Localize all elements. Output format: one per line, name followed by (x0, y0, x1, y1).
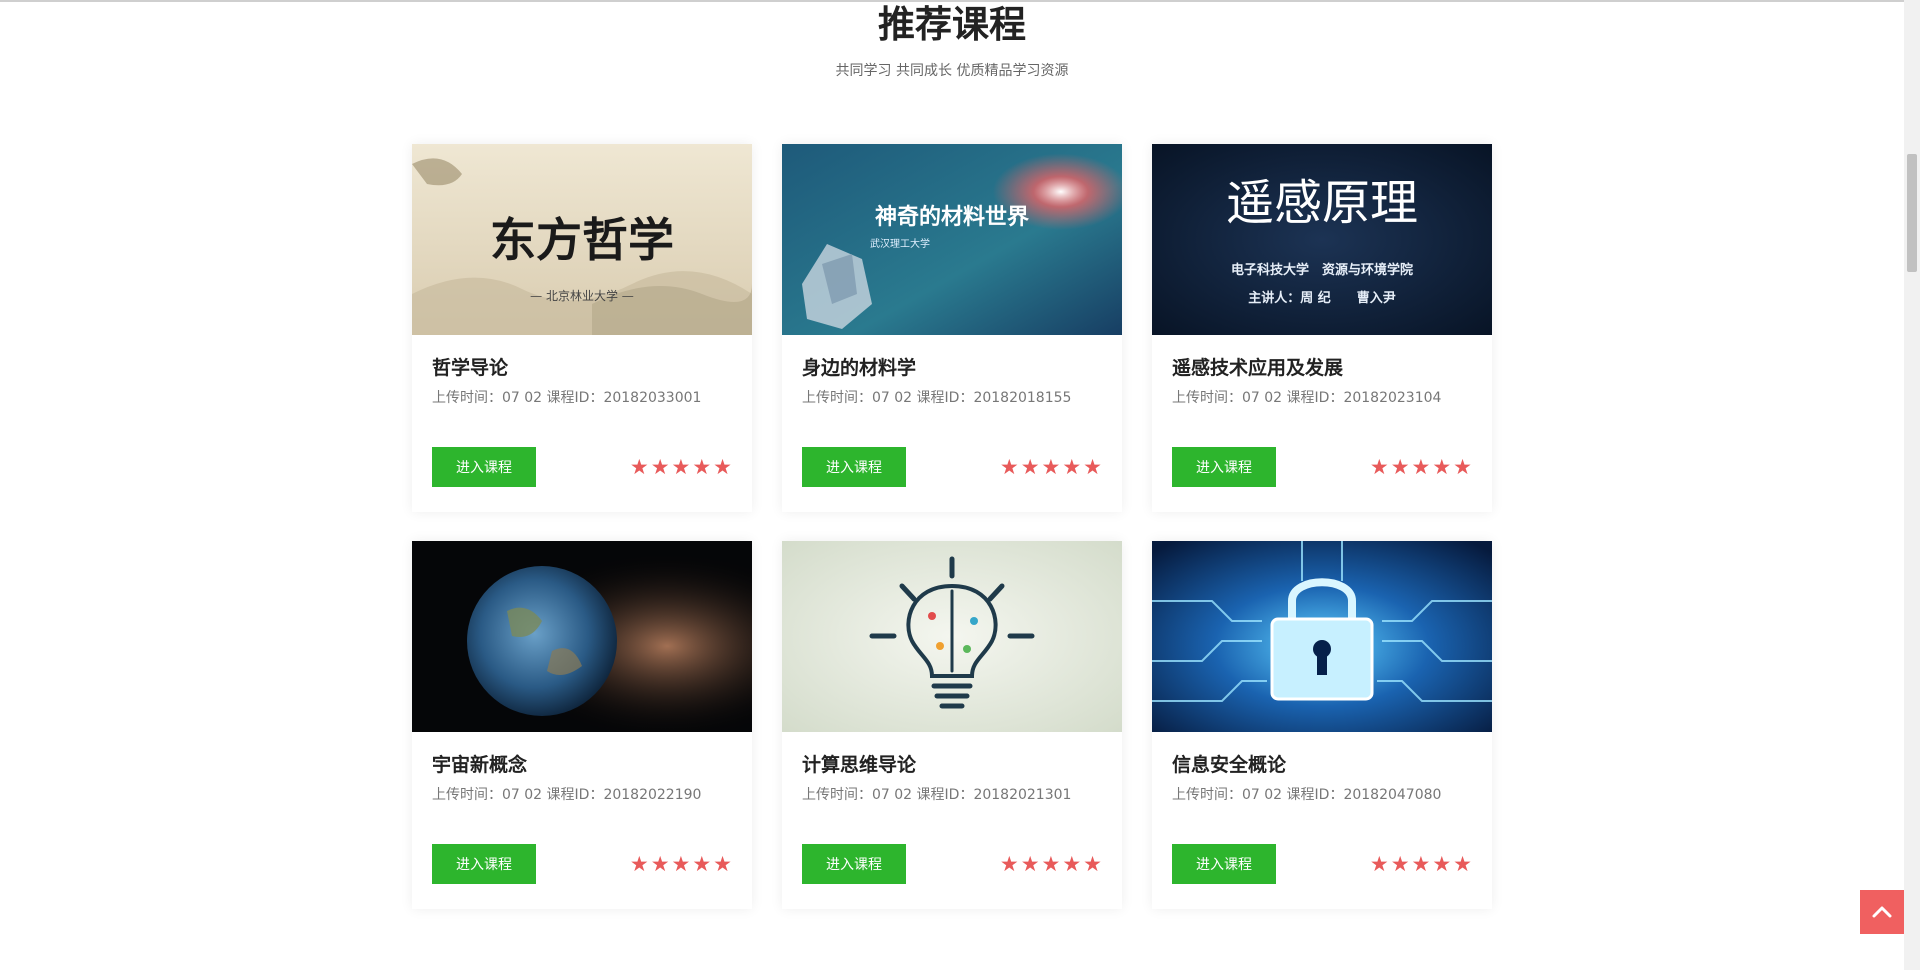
star-icon: ★ (1062, 851, 1082, 876)
enter-course-button[interactable]: 进入课程 (1172, 844, 1276, 884)
star-icon: ★ (713, 851, 732, 876)
back-to-top-button[interactable] (1860, 890, 1904, 934)
course-card: 遥感原理 电子科技大学 资源与环境学院 主讲人：周 纪 曹入尹 遥感技术应用及发… (1152, 144, 1492, 512)
image-title-text: 遥感原理 (1226, 175, 1418, 231)
earth-icon (467, 566, 617, 716)
section-title: 推荐课程 (878, 3, 1026, 46)
star-icon: ★ (1432, 851, 1452, 876)
image-title-text: 神奇的材料世界 (875, 204, 1029, 230)
course-card: 宇宙新概念 上传时间：07 02 课程ID：20182022190 进入课程 ★… (412, 541, 752, 909)
image-subtitle-text: 武汉理工大学 (870, 237, 930, 250)
course-meta: 上传时间：07 02 课程ID：20182033001 (432, 390, 702, 406)
course-card: 计算思维导论 上传时间：07 02 课程ID：20182021301 进入课程 … (782, 541, 1122, 909)
image-subtitle-text: 电子科技大学 资源与环境学院 (1231, 262, 1413, 278)
course-title[interactable]: 身边的材料学 (802, 355, 1102, 381)
star-icon: ★ (1411, 454, 1431, 479)
course-title[interactable]: 信息安全概论 (1172, 752, 1472, 778)
star-icon: ★ (999, 851, 1019, 876)
section-subtitle: 共同学习 共同成长 优质精品学习资源 (835, 63, 1069, 79)
course-card: 信息安全概论 上传时间：07 02 课程ID：20182047080 进入课程 … (1152, 541, 1492, 909)
star-icon: ★ (1041, 454, 1061, 479)
course-card: 神奇的材料世界 武汉理工大学 身边的材料学 上传时间：07 02 课程ID：20… (782, 144, 1122, 512)
rating-stars: ★ ★ ★ ★ ★ (629, 851, 732, 876)
course-title[interactable]: 计算思维导论 (802, 752, 1102, 778)
course-card: 东方哲学 — 北京林业大学 — 哲学导论 上传时间：07 02 课程ID：201… (412, 144, 752, 512)
image-subtitle-text: — 北京林业大学 — (530, 288, 634, 303)
enter-course-button[interactable]: 进入课程 (432, 447, 536, 487)
rating-stars: ★ ★ ★ ★ ★ (629, 454, 732, 479)
course-image[interactable] (782, 541, 1122, 732)
image-lecturer-text: 主讲人：周 纪 曹入尹 (1248, 290, 1396, 306)
star-icon: ★ (1432, 454, 1452, 479)
course-meta: 上传时间：07 02 课程ID：20182021301 (802, 787, 1072, 803)
image-title-text: 东方哲学 (490, 213, 674, 267)
enter-course-button[interactable]: 进入课程 (802, 447, 906, 487)
enter-course-button[interactable]: 进入课程 (432, 844, 536, 884)
scrollbar[interactable] (1904, 0, 1920, 970)
star-icon: ★ (692, 454, 712, 479)
course-meta: 上传时间：07 02 课程ID：20182022190 (432, 787, 702, 803)
enter-course-button[interactable]: 进入课程 (802, 844, 906, 884)
star-icon: ★ (650, 454, 670, 479)
star-icon: ★ (1083, 454, 1102, 479)
course-grid: 东方哲学 — 北京林业大学 — 哲学导论 上传时间：07 02 课程ID：201… (412, 144, 1494, 909)
course-image[interactable]: 遥感原理 电子科技大学 资源与环境学院 主讲人：周 纪 曹入尹 (1152, 144, 1492, 335)
star-icon: ★ (1453, 454, 1472, 479)
course-meta: 上传时间：07 02 课程ID：20182018155 (802, 390, 1072, 406)
page: 推荐课程 共同学习 共同成长 优质精品学习资源 东方哲学 — 北京林业大学 — (0, 0, 1904, 970)
course-meta: 上传时间：07 02 课程ID：20182023104 (1172, 390, 1442, 406)
star-icon: ★ (1020, 851, 1040, 876)
rating-stars: ★ ★ ★ ★ ★ (1369, 851, 1472, 876)
star-icon: ★ (999, 454, 1019, 479)
star-icon: ★ (1411, 851, 1431, 876)
course-image[interactable]: 神奇的材料世界 武汉理工大学 (782, 144, 1122, 335)
course-image[interactable] (1152, 541, 1492, 732)
star-icon: ★ (1020, 454, 1040, 479)
course-title[interactable]: 哲学导论 (432, 355, 732, 381)
star-icon: ★ (1041, 851, 1061, 876)
rating-stars: ★ ★ ★ ★ ★ (999, 851, 1102, 876)
star-icon: ★ (671, 851, 691, 876)
star-icon: ★ (1062, 454, 1082, 479)
chevron-up-icon (1872, 906, 1892, 918)
star-icon: ★ (629, 851, 649, 876)
course-image[interactable]: 东方哲学 — 北京林业大学 — (412, 144, 752, 335)
star-icon: ★ (629, 454, 649, 479)
rating-stars: ★ ★ ★ ★ ★ (1369, 454, 1472, 479)
rating-stars: ★ ★ ★ ★ ★ (999, 454, 1102, 479)
star-icon: ★ (1369, 454, 1389, 479)
course-meta: 上传时间：07 02 课程ID：20182047080 (1172, 787, 1442, 803)
scrollbar-thumb[interactable] (1907, 154, 1917, 272)
star-icon: ★ (1369, 851, 1389, 876)
star-icon: ★ (1390, 851, 1410, 876)
star-icon: ★ (713, 454, 732, 479)
star-icon: ★ (692, 851, 712, 876)
course-title[interactable]: 遥感技术应用及发展 (1172, 355, 1472, 381)
star-icon: ★ (1453, 851, 1472, 876)
star-icon: ★ (1390, 454, 1410, 479)
course-title[interactable]: 宇宙新概念 (432, 752, 732, 778)
star-icon: ★ (650, 851, 670, 876)
enter-course-button[interactable]: 进入课程 (1172, 447, 1276, 487)
course-image[interactable] (412, 541, 752, 732)
star-icon: ★ (1083, 851, 1102, 876)
star-icon: ★ (671, 454, 691, 479)
